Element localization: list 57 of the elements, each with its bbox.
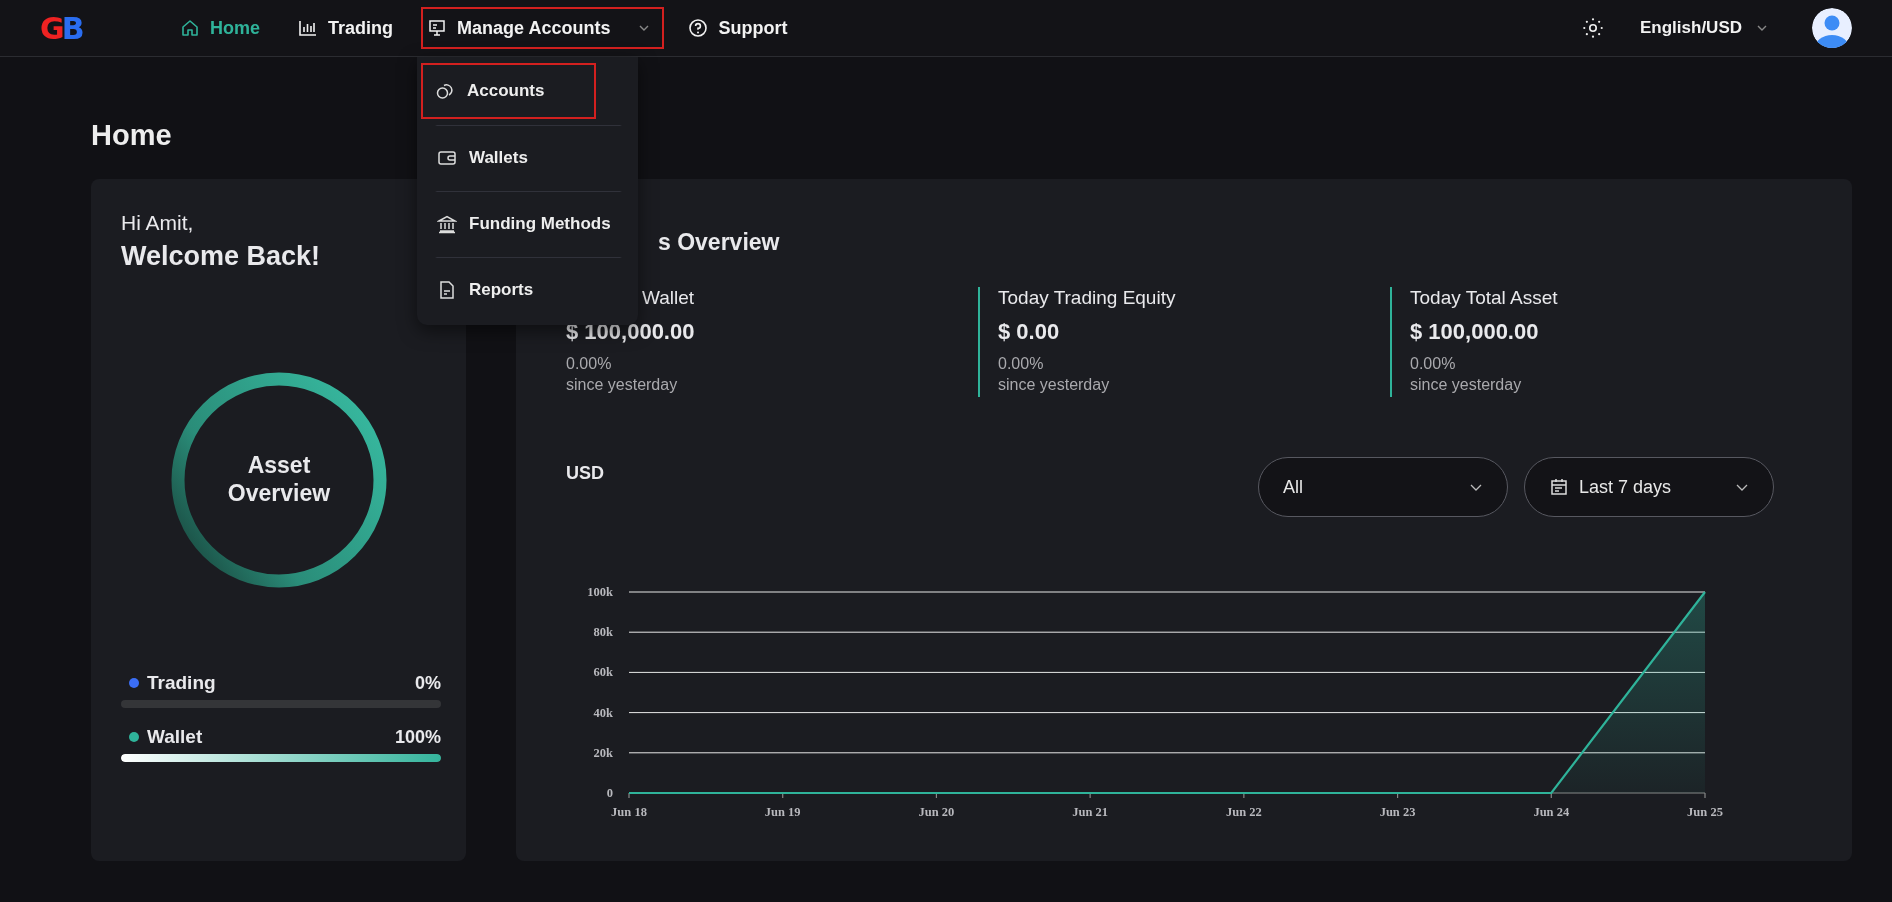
x-tick-label: Jun 19: [764, 805, 801, 819]
help-icon: [688, 18, 709, 38]
nav-item[interactable]: Manage Accounts: [421, 7, 665, 49]
logo[interactable]: GB: [40, 10, 132, 46]
x-tick-label: Jun 25: [1687, 805, 1723, 819]
stat-caption: since yesterday: [1410, 376, 1523, 395]
percent-value: 0%: [415, 672, 441, 694]
stat-label: Today Trading Equity: [998, 287, 1177, 310]
x-tick-label: Jun 20: [918, 805, 955, 819]
home-icon: [180, 18, 200, 38]
x-tick-label: Jun 22: [1225, 805, 1262, 819]
stat-caption: since yesterday: [566, 376, 679, 395]
bank-icon: [437, 213, 457, 234]
stat-value: $ 100,000.00: [1410, 319, 1540, 346]
language-selector[interactable]: English/USD: [1634, 17, 1774, 39]
stat-label: Today Total Asset: [1410, 287, 1559, 310]
ring-label: Asset Overview: [226, 451, 332, 507]
percent-value: 100%: [394, 726, 441, 748]
dropdown-select[interactable]: All: [1258, 457, 1508, 517]
x-tick-label: Jun 24: [1533, 805, 1570, 819]
greeting: Hi Amit,: [121, 211, 195, 235]
dropdown-select[interactable]: Last 7 days: [1524, 457, 1774, 517]
menu-item[interactable]: Reports: [435, 257, 622, 323]
stat-label: Wallet: [641, 287, 696, 310]
stat-value: $ 0.00: [998, 319, 1061, 346]
bar-chart-icon: [298, 18, 318, 38]
page-title: Home: [91, 119, 172, 153]
legend-label: Wallet: [147, 726, 203, 748]
menu-item[interactable]: Accounts: [421, 63, 596, 119]
y-tick-label: 0: [606, 786, 613, 800]
currency-label: USD: [566, 463, 604, 485]
stat-caption: since yesterday: [998, 376, 1111, 395]
stat-change: 0.00%: [566, 355, 613, 374]
calendar-icon: [1549, 477, 1569, 497]
y-tick-label: 20k: [593, 745, 613, 760]
avatar-icon[interactable]: [1812, 8, 1852, 48]
card-title: s Overview: [658, 229, 781, 257]
menu-item[interactable]: Wallets: [435, 125, 622, 191]
document-icon: [437, 279, 457, 300]
y-tick-label: 80k: [593, 625, 613, 640]
menu-item[interactable]: Funding Methods: [435, 191, 622, 257]
welcome-text: Welcome Back!: [121, 241, 322, 272]
theme-toggle-icon[interactable]: [1582, 17, 1604, 39]
y-tick-label: 100k: [587, 585, 613, 599]
nav-item[interactable]: Home: [170, 7, 274, 49]
x-tick-label: Jun 21: [1072, 805, 1109, 819]
y-tick-label: 60k: [593, 665, 613, 680]
legend-label: Trading: [147, 672, 216, 694]
x-tick-label: Jun 23: [1379, 805, 1416, 819]
nav-item[interactable]: Trading: [288, 7, 408, 49]
x-tick-label: Jun 18: [611, 805, 647, 819]
stat-change: 0.00%: [1410, 355, 1457, 374]
stat-change: 0.00%: [998, 355, 1045, 374]
y-tick-label: 40k: [593, 705, 613, 720]
coins-icon: [435, 81, 455, 101]
monitor-icon: [427, 18, 448, 38]
nav-item[interactable]: Support: [678, 7, 802, 49]
